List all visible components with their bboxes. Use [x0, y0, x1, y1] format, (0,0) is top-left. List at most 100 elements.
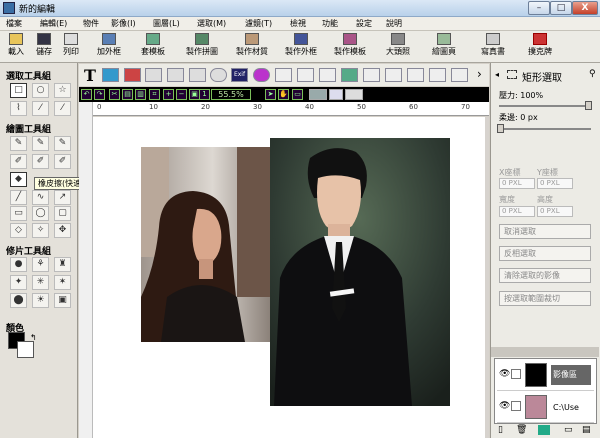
menu-settings[interactable]: 設定: [356, 18, 372, 29]
make-texture-button[interactable]: 製作材質: [236, 33, 268, 57]
merge-icon[interactable]: [538, 425, 550, 435]
panel-arrow-icon[interactable]: ◂: [495, 70, 499, 79]
box-icon[interactable]: [385, 68, 402, 82]
blur-tool[interactable]: ✶: [54, 275, 71, 290]
delete-layer-icon[interactable]: ▤: [582, 425, 591, 435]
bag-icon[interactable]: [253, 68, 270, 82]
make-frame-button[interactable]: 製作外框: [285, 33, 317, 57]
menu-function[interactable]: 功能: [322, 18, 338, 29]
text-tool-button[interactable]: T: [84, 66, 96, 85]
color-replace-tool[interactable]: ▣: [54, 293, 71, 308]
clone-tool[interactable]: ⚘: [32, 257, 49, 272]
rounded-rect-tool[interactable]: ▢: [54, 206, 71, 221]
polygon-tool[interactable]: ◇: [10, 223, 27, 238]
gif-icon[interactable]: [145, 68, 162, 82]
drawing-page-button[interactable]: 繪圖頁: [432, 33, 456, 57]
pencil-tool[interactable]: ✎: [10, 136, 27, 151]
brush-tool[interactable]: ✎: [32, 136, 49, 151]
exif-button[interactable]: Exif: [231, 68, 248, 82]
minimize-button[interactable]: –: [528, 1, 550, 15]
background-color-swatch[interactable]: [17, 341, 34, 358]
dodge-tool[interactable]: ⬤: [10, 293, 27, 308]
height-field[interactable]: 0 PXL: [537, 206, 573, 217]
redo-icon[interactable]: ↷: [94, 89, 105, 100]
hand-icon[interactable]: ✋: [278, 89, 289, 100]
menu-view[interactable]: 檢視: [290, 18, 306, 29]
paste-icon[interactable]: ▥: [135, 89, 146, 100]
width-field[interactable]: 0 PXL: [499, 206, 535, 217]
photo-woman[interactable]: [141, 147, 271, 342]
view-mode-2[interactable]: [329, 89, 343, 100]
ellipse-tool[interactable]: ◯: [32, 206, 49, 221]
make-template-button[interactable]: 製作模板: [334, 33, 366, 57]
eraser-tool[interactable]: ✐: [10, 154, 27, 169]
rectangle-tool[interactable]: ▭: [10, 206, 27, 221]
image-frame-icon[interactable]: [124, 68, 141, 82]
maximize-button[interactable]: □: [550, 1, 572, 15]
red-eye-tool[interactable]: ●: [10, 257, 27, 272]
menu-layer[interactable]: 圖層(L): [153, 18, 180, 29]
y-field[interactable]: 0 PXL: [537, 178, 573, 189]
poker-card-button[interactable]: 撲克牌: [528, 33, 552, 57]
wand-tool[interactable]: ⁄: [32, 101, 49, 116]
move-tool[interactable]: ✥: [54, 223, 71, 238]
apply-template-button[interactable]: 套模板: [141, 33, 165, 57]
swap-colors-icon[interactable]: ↰: [30, 333, 37, 342]
copy-layer-icon[interactable]: ▭: [564, 425, 573, 435]
id-photo-button[interactable]: 大頭照: [386, 33, 410, 57]
zoom-in-icon[interactable]: +: [163, 89, 174, 100]
photo-book-button[interactable]: 寫真書: [481, 33, 505, 57]
menu-object[interactable]: 物件: [83, 18, 99, 29]
view-mode-3[interactable]: [345, 89, 363, 100]
crop-selection-button[interactable]: 按選取範圍裁切: [499, 291, 591, 306]
cancel-selection-button[interactable]: 取消選取: [499, 224, 591, 239]
smudge-tool[interactable]: ✦: [10, 275, 27, 290]
ellipse-select-tool[interactable]: ○: [32, 83, 49, 98]
make-puzzle-button[interactable]: 製作拼圖: [186, 33, 218, 57]
more-tools-arrow[interactable]: ›: [477, 67, 482, 81]
fill-tool[interactable]: ✐: [54, 154, 71, 169]
undo-icon[interactable]: ↶: [81, 89, 92, 100]
menu-image[interactable]: 影像(I): [111, 18, 136, 29]
line-tool[interactable]: ╱: [10, 190, 27, 205]
photo-man[interactable]: [270, 138, 450, 406]
rect-select-tool[interactable]: □: [10, 83, 27, 98]
save-button[interactable]: 儲存: [36, 33, 52, 57]
stamp-tool[interactable]: ♜: [54, 257, 71, 272]
crop-icon[interactable]: ⌗: [149, 89, 160, 100]
card-icon[interactable]: [429, 68, 446, 82]
pressure-slider[interactable]: [499, 101, 592, 110]
star-tool[interactable]: ✧: [32, 223, 49, 238]
feather-slider[interactable]: [497, 124, 591, 133]
menu-select[interactable]: 選取(M): [197, 18, 226, 29]
lasso-tool[interactable]: ☆: [54, 83, 71, 98]
clip-icon[interactable]: [407, 68, 424, 82]
wand-alt-tool[interactable]: ⁄: [54, 101, 71, 116]
help-key-icon[interactable]: ⚲: [589, 69, 596, 79]
view-mode-1[interactable]: [309, 89, 327, 100]
tiff-icon[interactable]: [167, 68, 184, 82]
new-layer-icon[interactable]: ▯: [498, 425, 503, 435]
shape-icon[interactable]: [363, 68, 380, 82]
menu-help[interactable]: 說明: [386, 18, 402, 29]
clock-icon[interactable]: [210, 68, 227, 82]
menu-file[interactable]: 檔案: [6, 18, 22, 29]
lock-icon[interactable]: [511, 369, 521, 379]
zoom-out-icon[interactable]: −: [176, 89, 187, 100]
print-button[interactable]: 列印: [63, 33, 79, 57]
table-icon[interactable]: [451, 68, 468, 82]
pointer-icon[interactable]: ➤: [265, 89, 276, 100]
image-insert-icon[interactable]: [102, 68, 119, 82]
eye-icon[interactable]: 👁: [499, 369, 510, 379]
eraser-active-tool[interactable]: ◆: [10, 172, 27, 187]
close-button[interactable]: X: [572, 1, 598, 15]
curve-tool[interactable]: ∿: [32, 190, 49, 205]
clear-selection-button[interactable]: 清除選取的影像: [499, 268, 591, 283]
eye-icon[interactable]: 👁: [499, 401, 510, 411]
marker-tool[interactable]: ✎: [54, 136, 71, 151]
copy-icon[interactable]: ▤: [122, 89, 133, 100]
feather-slider-knob[interactable]: [497, 124, 504, 133]
invert-selection-button[interactable]: 反相選取: [499, 246, 591, 261]
grid-icon[interactable]: [297, 68, 314, 82]
star-stamp-icon[interactable]: [341, 68, 358, 82]
